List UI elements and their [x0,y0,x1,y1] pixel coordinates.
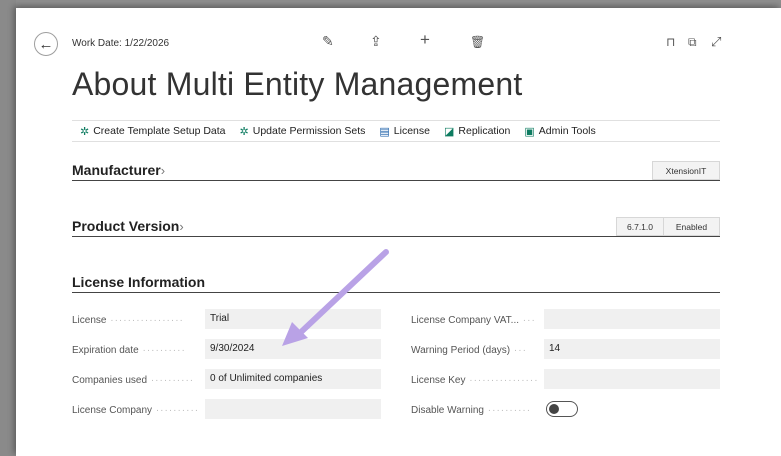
section-divider [72,236,720,237]
admin-tools-icon: ▣ [524,125,535,138]
setup-icon: ✲ [80,125,90,138]
status-tag: Enabled [663,217,720,236]
back-button[interactable]: ← [34,32,58,56]
toggle-knob [549,404,559,414]
arrow-left-icon: ← [38,35,54,53]
disable-warning-label: Disable Warning ·········· [411,405,532,416]
admin-tools-button[interactable]: ▣ Admin Tools [524,125,595,138]
open-new-window-icon[interactable]: ⧉ [688,35,697,50]
license-field[interactable]: Trial [205,309,381,329]
companies-used-field[interactable]: 0 of Unlimited companies [205,369,381,389]
product-version-section-header[interactable]: Product Version› [72,218,184,234]
license-key-label: License Key ················ [411,375,539,386]
license-company-field[interactable] [205,399,381,419]
replication-button[interactable]: ◪ Replication [444,125,510,138]
expand-icon[interactable]: ⤢ [711,34,721,50]
setup-icon: ✲ [239,125,249,138]
section-divider [72,180,720,181]
create-template-setup-data-button[interactable]: ✲ Create Template Setup Data [80,125,226,138]
companies-used-label: Companies used ·········· [72,375,195,386]
warning-period-field[interactable]: 14 [544,339,720,359]
chevron-right-icon: › [160,163,166,178]
page-title: About Multi Entity Management [72,66,523,102]
warning-period-label: Warning Period (days) ··· [411,345,527,356]
section-divider [72,292,720,293]
license-icon: ▤ [379,125,390,138]
license-button[interactable]: ▤ License [379,125,430,138]
background-top [0,0,781,8]
license-label: License ················· [72,315,184,326]
delete-icon[interactable]: 🗑 [470,35,485,49]
share-icon[interactable]: ⇪ [370,33,382,50]
manufacturer-tag: XtensionIT [652,161,720,180]
expiration-date-label: Expiration date ·········· [72,345,186,356]
chevron-right-icon: › [179,219,184,234]
page-panel: ← Work Date: 1/22/2026 ✎ ⇪ + 🗑 ⊓ ⧉ ⤢ Abo… [16,8,781,456]
work-date: Work Date: 1/22/2026 [72,38,170,49]
background-left [0,0,16,456]
expiration-date-field[interactable]: 9/30/2024 [205,339,381,359]
disable-warning-toggle[interactable] [546,401,578,417]
license-company-vat-field[interactable] [544,309,720,329]
license-company-label: License Company ·········· [72,405,200,416]
update-permission-sets-button[interactable]: ✲ Update Permission Sets [240,125,366,138]
license-information-header: License Information [72,274,206,290]
version-tag: 6.7.1.0 [616,217,664,236]
edit-pencil-icon[interactable]: ✎ [322,33,334,50]
bookmark-icon[interactable]: ⊓ [666,35,675,49]
action-toolbar: ✲ Create Template Setup Data ✲ Update Pe… [72,120,720,142]
manufacturer-section-header[interactable]: Manufacturer› [72,162,165,178]
replication-icon: ◪ [444,125,455,138]
license-key-field[interactable] [544,369,720,389]
license-company-vat-label: License Company VAT... ··· [411,315,536,326]
add-icon[interactable]: + [420,30,430,50]
